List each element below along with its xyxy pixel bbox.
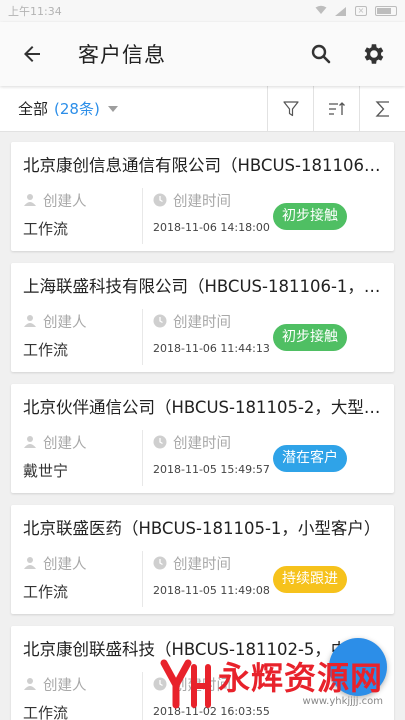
person-icon: [24, 678, 36, 690]
creator-value: 工作流: [23, 220, 69, 238]
creator-label: 创建人: [43, 556, 87, 573]
status-badge: 初步接触: [273, 323, 347, 351]
sort-icon[interactable]: [313, 85, 359, 132]
creator-value: 工作流: [23, 704, 69, 720]
person-icon: [24, 194, 36, 206]
customer-name: 北京康创联盛科技（HBCUS-181102-5，中型客户）: [23, 640, 382, 659]
customer-card[interactable]: 上海联盛科技有限公司（HBCUS-181106-1，中型客户） 创建人 工作流 …: [11, 263, 394, 372]
creator-label: 创建人: [43, 193, 87, 210]
person-icon: [24, 557, 36, 569]
customer-card[interactable]: 北京伙伴通信公司（HBCUS-181105-2，大型客户） 创建人 戴世宁 创建…: [11, 384, 394, 493]
created-time: 2018-11-02 16:03:55: [153, 705, 270, 718]
battery-icon: [375, 6, 397, 16]
sum-sigma-icon[interactable]: [359, 85, 405, 132]
app-bar: 客户信息: [0, 22, 405, 86]
clock-icon: [153, 435, 167, 449]
wifi-icon: [315, 5, 327, 18]
search-icon[interactable]: [299, 32, 343, 76]
filter-bar: 全部 (28条): [0, 85, 405, 132]
filter-count: (28条): [54, 100, 100, 118]
time-label: 创建时间: [173, 193, 231, 210]
customer-card[interactable]: 北京康创信息通信有限公司（HBCUS-181106-2，大型客户） 创建人 工作…: [11, 142, 394, 251]
customer-list: 北京康创信息通信有限公司（HBCUS-181106-2，大型客户） 创建人 工作…: [0, 132, 405, 720]
status-time: 上午11:34: [8, 5, 62, 18]
customer-name: 北京伙伴通信公司（HBCUS-181105-2，大型客户）: [23, 398, 382, 417]
created-time: 2018-11-06 11:44:13: [153, 342, 270, 355]
clock-icon: [153, 556, 167, 570]
created-time: 2018-11-06 14:18:00: [153, 221, 270, 234]
person-icon: [24, 436, 36, 448]
back-arrow-icon[interactable]: [10, 32, 54, 76]
creator-label: 创建人: [43, 677, 87, 694]
page-title: 客户信息: [78, 43, 166, 67]
customer-name: 北京康创信息通信有限公司（HBCUS-181106-2，大型客户）: [23, 156, 382, 175]
customer-card[interactable]: 北京联盛医药（HBCUS-181105-1，小型客户） 创建人 工作流 创建时间…: [11, 505, 394, 614]
time-label: 创建时间: [173, 435, 231, 452]
creator-value: 工作流: [23, 583, 69, 601]
sim-icon: ×: [355, 6, 367, 16]
creator-value: 工作流: [23, 341, 69, 359]
status-icons: ×: [315, 5, 397, 18]
gear-icon[interactable]: [351, 32, 395, 76]
customer-name: 北京联盛医药（HBCUS-181105-1，小型客户）: [23, 519, 381, 538]
time-label: 创建时间: [173, 677, 231, 694]
time-label: 创建时间: [173, 556, 231, 573]
clock-icon: [153, 677, 167, 691]
creator-label: 创建人: [43, 435, 87, 452]
customer-name: 上海联盛科技有限公司（HBCUS-181106-1，中型客户）: [23, 277, 382, 296]
creator-label: 创建人: [43, 314, 87, 331]
signal-icon: [335, 6, 347, 16]
time-label: 创建时间: [173, 314, 231, 331]
clock-icon: [153, 193, 167, 207]
status-badge: 持续跟进: [273, 565, 347, 593]
filter-dropdown[interactable]: 全部 (28条): [0, 98, 267, 119]
status-badge: 初步接触: [273, 202, 347, 230]
add-customer-button[interactable]: [329, 638, 387, 696]
status-bar: 上午11:34 ×: [0, 0, 405, 22]
created-time: 2018-11-05 15:49:57: [153, 463, 270, 476]
caret-down-icon: [107, 105, 118, 112]
creator-value: 戴世宁: [23, 462, 69, 480]
status-badge: 潜在客户: [273, 444, 347, 472]
filter-funnel-icon[interactable]: [267, 85, 313, 132]
person-icon: [24, 315, 36, 327]
created-time: 2018-11-05 11:49:08: [153, 584, 270, 597]
filter-label: 全部: [18, 100, 49, 118]
clock-icon: [153, 314, 167, 328]
